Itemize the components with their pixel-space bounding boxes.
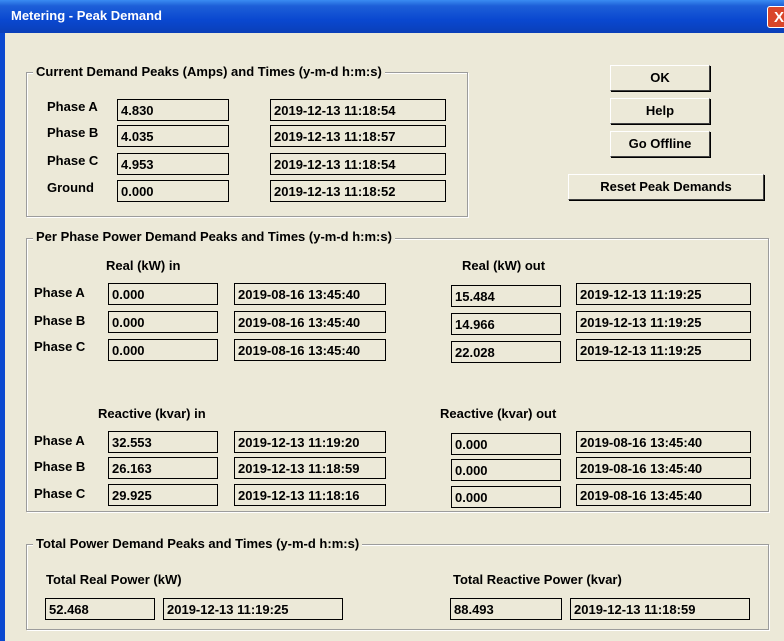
- current-time-phase-b: 2019-12-13 11:18:57: [270, 125, 446, 147]
- total-demand-legend: Total Power Demand Peaks and Times (y-m-…: [33, 536, 363, 551]
- peak-demand-dialog: Metering - Peak Demand X Current Demand …: [0, 0, 784, 641]
- reactive-in-value-phase-b: 26.163: [108, 457, 218, 479]
- help-button[interactable]: Help: [610, 98, 710, 124]
- real-in-time-phase-c: 2019-08-16 13:45:40: [234, 339, 386, 361]
- real-in-value-phase-c: 0.000: [108, 339, 218, 361]
- total-real-time: 2019-12-13 11:19:25: [163, 598, 343, 620]
- current-time-phase-a: 2019-12-13 11:18:54: [270, 99, 446, 121]
- current-label-phase-b: Phase B: [47, 125, 99, 140]
- reactive-out-value-phase-c: 0.000: [451, 486, 561, 508]
- current-value-phase-b: 4.035: [117, 125, 229, 147]
- current-time-phase-c: 2019-12-13 11:18:54: [270, 153, 446, 175]
- reactive-in-value-phase-a: 32.553: [108, 431, 218, 453]
- real-out-value-phase-c: 22.028: [451, 341, 561, 363]
- reactive-in-value-phase-c: 29.925: [108, 484, 218, 506]
- real-in-time-phase-b: 2019-08-16 13:45:40: [234, 311, 386, 333]
- current-value-ground: 0.000: [117, 180, 229, 202]
- reactive-out-header: Reactive (kvar) out: [440, 406, 557, 421]
- real-in-value-phase-b: 0.000: [108, 311, 218, 333]
- current-demand-legend: Current Demand Peaks (Amps) and Times (y…: [33, 64, 385, 79]
- total-real-value: 52.468: [45, 598, 155, 620]
- current-label-phase-c: Phase C: [47, 153, 99, 168]
- reactive-label-phase-c: Phase C: [34, 486, 86, 501]
- reactive-out-value-phase-b: 0.000: [451, 459, 561, 481]
- current-value-phase-c: 4.953: [117, 153, 229, 175]
- total-reactive-header: Total Reactive Power (kvar): [453, 572, 622, 587]
- current-time-ground: 2019-12-13 11:18:52: [270, 180, 446, 202]
- reactive-in-header: Reactive (kvar) in: [98, 406, 206, 421]
- window-left-border: [0, 33, 5, 641]
- reactive-out-time-phase-c: 2019-08-16 13:45:40: [576, 484, 751, 506]
- title-bar[interactable]: Metering - Peak Demand X: [0, 0, 784, 33]
- real-out-value-phase-a: 15.484: [451, 285, 561, 307]
- real-out-time-phase-c: 2019-12-13 11:19:25: [576, 339, 751, 361]
- real-out-value-phase-b: 14.966: [451, 313, 561, 335]
- reset-peak-demands-button[interactable]: Reset Peak Demands: [568, 174, 764, 200]
- real-out-time-phase-b: 2019-12-13 11:19:25: [576, 311, 751, 333]
- real-in-time-phase-a: 2019-08-16 13:45:40: [234, 283, 386, 305]
- reactive-in-time-phase-b: 2019-12-13 11:18:59: [234, 457, 386, 479]
- close-icon[interactable]: X: [767, 6, 784, 28]
- reactive-out-time-phase-a: 2019-08-16 13:45:40: [576, 431, 751, 453]
- total-reactive-value: 88.493: [450, 598, 562, 620]
- current-value-phase-a: 4.830: [117, 99, 229, 121]
- reactive-out-time-phase-b: 2019-08-16 13:45:40: [576, 457, 751, 479]
- reactive-out-value-phase-a: 0.000: [451, 433, 561, 455]
- go-offline-button[interactable]: Go Offline: [610, 131, 710, 157]
- reactive-in-time-phase-a: 2019-12-13 11:19:20: [234, 431, 386, 453]
- total-reactive-time: 2019-12-13 11:18:59: [570, 598, 750, 620]
- real-label-phase-b: Phase B: [34, 313, 86, 328]
- real-label-phase-c: Phase C: [34, 339, 86, 354]
- per-phase-demand-legend: Per Phase Power Demand Peaks and Times (…: [33, 229, 395, 244]
- current-label-ground: Ground: [47, 180, 94, 195]
- real-in-header: Real (kW) in: [106, 258, 181, 273]
- reactive-label-phase-a: Phase A: [34, 433, 85, 448]
- ok-button[interactable]: OK: [610, 65, 710, 91]
- reactive-in-time-phase-c[interactable]: 2019-12-13 11:18:16: [234, 484, 386, 506]
- reactive-label-phase-b: Phase B: [34, 459, 86, 474]
- real-out-header: Real (kW) out: [462, 258, 546, 273]
- current-label-phase-a: Phase A: [47, 99, 98, 114]
- real-label-phase-a: Phase A: [34, 285, 85, 300]
- real-in-value-phase-a: 0.000: [108, 283, 218, 305]
- total-real-header: Total Real Power (kW): [46, 572, 182, 587]
- real-out-time-phase-a: 2019-12-13 11:19:25: [576, 283, 751, 305]
- window-title: Metering - Peak Demand: [11, 8, 162, 23]
